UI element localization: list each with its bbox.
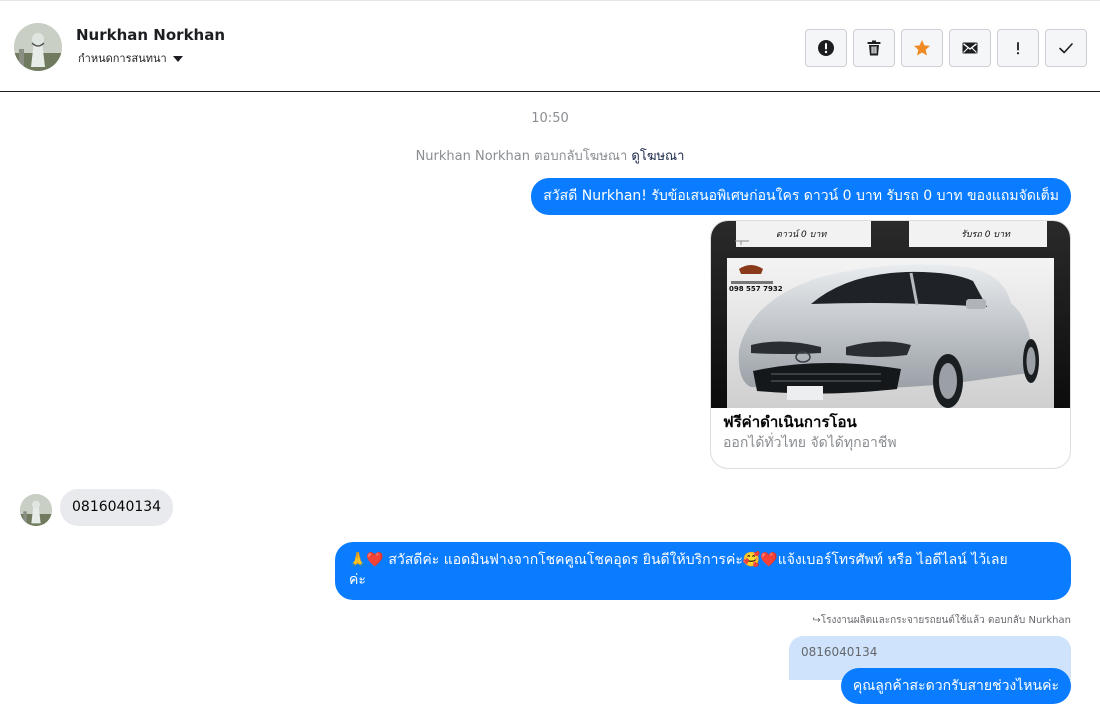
outgoing-message[interactable]: สวัสดี Nurkhan! รับข้อเสนอพิเศษก่อนใคร ด… — [531, 178, 1071, 215]
ad-title: ฟรีค่าดำเนินการโอน — [723, 413, 857, 431]
star-button[interactable] — [901, 29, 943, 67]
outgoing-message[interactable]: คุณลูกค้าสะดวกรับสายช่วงไหนค่ะ — [840, 668, 1071, 704]
reply-note: ↪โรงงานผลิตและกระจายรถยนต์ใช้แล้ว ตอบกลั… — [812, 615, 1071, 626]
message-timestamp: 10:50 — [531, 111, 569, 126]
incoming-message[interactable]: 0816040134 — [60, 489, 174, 526]
delete-button[interactable] — [853, 29, 895, 67]
contact-name[interactable]: Nurkhan Norkhan — [76, 26, 225, 44]
mark-unread-button[interactable] — [949, 29, 991, 67]
ad-badge-car-delivery: รับรถ 0 บาท — [961, 230, 1010, 240]
message-thread[interactable]: 10:50 Nurkhan Norkhan ตอบกลับโฆษณา ดูโฆษ… — [0, 93, 1100, 711]
contact-avatar[interactable] — [14, 23, 62, 71]
report-button[interactable] — [805, 29, 847, 67]
important-button[interactable] — [997, 29, 1039, 67]
checkmark-icon — [1059, 43, 1073, 54]
trash-icon — [867, 40, 881, 56]
message-line: 🙏❤️ สวัสดีค่ะ แอดมินฟางจากโชคคูณโชคอุดร … — [349, 552, 1008, 568]
conversation-header: Nurkhan Norkhan กำหนดการสนทนา — [0, 0, 1100, 92]
sender-avatar[interactable] — [20, 494, 52, 526]
view-ad-link[interactable]: ดูโฆษณา — [631, 149, 684, 164]
outgoing-message[interactable]: 🙏❤️ สวัสดีค่ะ แอดมินฟางจากโชคคูณโชคอุดร … — [335, 542, 1071, 600]
conversation-label-text: กำหนดการสนทนา — [78, 52, 167, 65]
ad-reply-note: Nurkhan Norkhan ตอบกลับโฆษณา ดูโฆษณา — [0, 145, 1100, 166]
envelope-icon — [962, 42, 978, 54]
ad-reply-note-text: Nurkhan Norkhan ตอบกลับโฆษณา — [415, 149, 628, 164]
conversation-label-dropdown[interactable]: กำหนดการสนทนา — [78, 49, 183, 67]
conversation-toolbar — [805, 29, 1087, 67]
ad-car-image — [711, 221, 1070, 408]
exclamation-icon — [1016, 42, 1020, 55]
ad-badge-down-payment: ดาวน์ 0 บาท — [776, 230, 827, 240]
ad-card[interactable]: ดาวน์ 0 บาท รับรถ 0 บาท 098 557 7932 ฟรี… — [710, 220, 1071, 469]
alert-circle-icon — [818, 40, 834, 56]
caret-down-icon — [172, 55, 183, 62]
ad-subtitle: ออกได้ทั่วไทย จัดได้ทุกอาชีพ — [723, 435, 897, 451]
ad-dealer-phone: 098 557 7932 — [729, 285, 783, 293]
done-button[interactable] — [1045, 29, 1087, 67]
message-line: ค่ะ — [349, 572, 366, 588]
star-icon — [914, 40, 930, 56]
